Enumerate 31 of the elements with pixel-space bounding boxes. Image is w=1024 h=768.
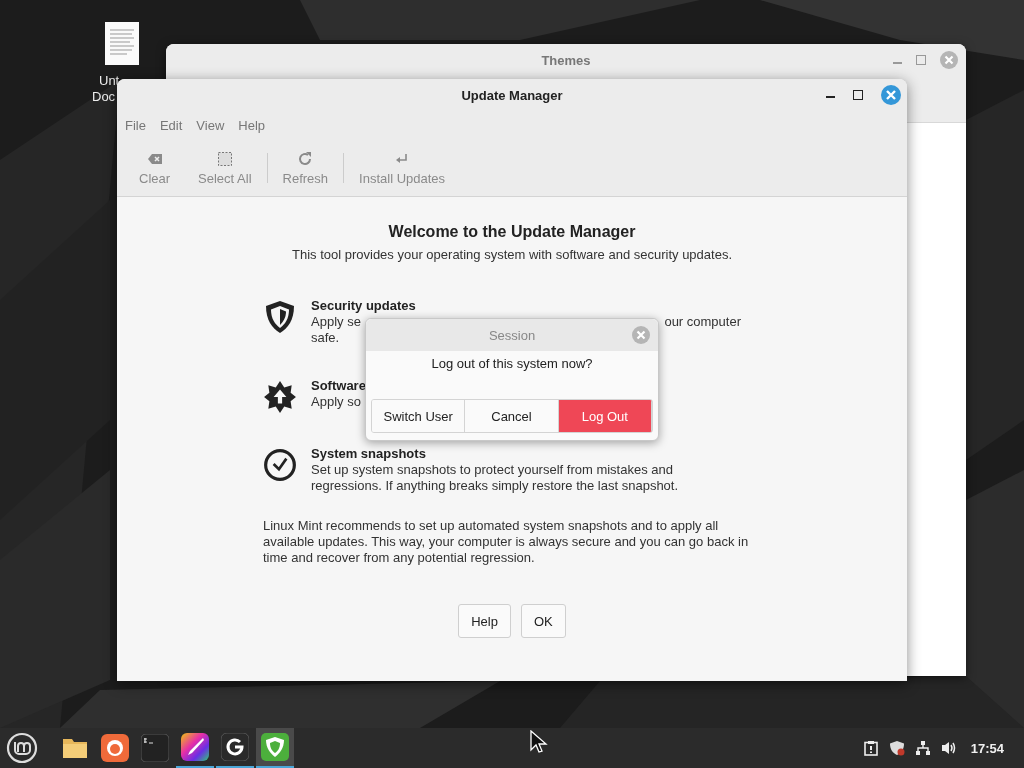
dialog-title: Session: [487, 328, 537, 343]
menu-item[interactable]: View: [189, 117, 232, 133]
dialog-button[interactable]: Switch User: [372, 400, 466, 432]
menu-item[interactable]: Help: [231, 117, 273, 133]
dialog-button[interactable]: OK: [520, 604, 566, 638]
feature-title: Security updates: [311, 298, 417, 314]
icon-label: Doc: [92, 89, 116, 105]
note-paragraph: Linux Mint recommends to set up automated system snapshots and to apply all available updates. This way, your computer is always secure and you can go back in time and recover from any potential regression.: [263, 518, 750, 566]
feature-description: regressions. If anything breaks simply restore the last snapshot.: [311, 478, 679, 494]
feature-description: our computer: [664, 314, 741, 330]
window-title: Update Manager: [460, 88, 564, 103]
dialog-button[interactable]: Log Out: [558, 400, 652, 432]
toolbar-button[interactable]: Refresh: [268, 148, 343, 188]
clock[interactable]: 17:54: [970, 740, 1004, 756]
feature-description: Set up system snapshots to protect yourself from mistakes and: [311, 462, 673, 478]
toolbar-button[interactable]: Install Updates: [345, 148, 460, 188]
toolbar-button[interactable]: Select All: [184, 148, 266, 188]
toolbar-button[interactable]: Clear: [125, 148, 185, 188]
dialog-button[interactable]: Help: [458, 604, 511, 638]
feature-description: Apply se: [311, 314, 361, 330]
feature-title: Software: [311, 378, 367, 394]
heading: Welcome to the Update Manager: [387, 223, 637, 241]
window-title: Themes: [540, 53, 592, 68]
icon-label: Unt: [99, 73, 120, 89]
subtitle: This tool provides your operating system with software and security updates.: [290, 247, 733, 262]
dialog-message: Log out of this system now?: [430, 356, 594, 371]
menu-item[interactable]: Edit: [152, 117, 190, 133]
feature-description: Apply so: [311, 394, 361, 410]
feature-description: safe.: [311, 330, 340, 346]
feature-title: System snapshots: [311, 446, 427, 462]
menu-item[interactable]: File: [118, 117, 153, 133]
